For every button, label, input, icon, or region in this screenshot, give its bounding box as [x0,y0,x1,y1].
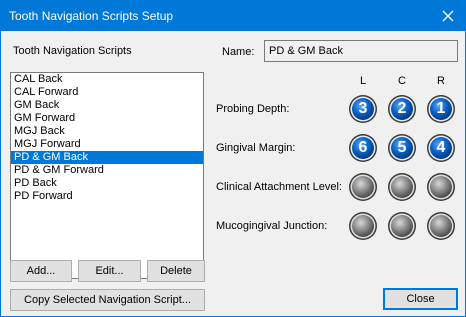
scripts-listbox[interactable]: CAL Back CAL Forward GM Back GM Forward MGJ … [10,72,204,279]
list-item[interactable]: PD Back [11,177,203,190]
order-button[interactable] [387,211,417,241]
order-button[interactable]: 4 [426,133,456,163]
window-title: Tooth Navigation Scripts Setup [9,9,174,23]
close-button[interactable]: Close [383,288,458,310]
close-icon[interactable] [437,5,459,27]
copy-script-button[interactable]: Copy Selected Navigation Script... [10,289,205,311]
order-button[interactable]: 1 [426,94,456,124]
column-header-r: R [437,75,445,87]
row-label: Mucogingival Junction: [216,220,328,232]
order-button[interactable] [426,211,456,241]
list-item[interactable]: PD & GM Forward [11,164,203,177]
order-number: 3 [358,100,368,117]
list-item[interactable]: CAL Forward [11,86,203,99]
order-button[interactable] [387,172,417,202]
scripts-pane: Tooth Navigation Scripts CAL Back CAL For… [5,35,210,312]
script-editor-pane: Name: PD & GM Back L C R Probing Depth: 3 2 1… [212,35,462,312]
name-label: Name: [222,46,255,58]
order-number: 4 [436,139,446,156]
order-button[interactable]: 6 [348,133,378,163]
list-item[interactable]: CAL Back [11,73,203,86]
order-button[interactable] [348,211,378,241]
order-button[interactable] [348,172,378,202]
list-item[interactable]: PD Forward [11,190,203,203]
row-label: Probing Depth: [216,103,290,115]
add-button[interactable]: Add... [10,260,72,282]
order-number: 2 [397,100,407,117]
edit-button[interactable]: Edit... [78,260,141,282]
title-bar: Tooth Navigation Scripts Setup [1,1,465,31]
order-number: 5 [397,139,407,156]
list-item[interactable]: MGJ Back [11,125,203,138]
list-item[interactable]: PD & GM Back [11,151,203,164]
list-item[interactable]: MGJ Forward [11,138,203,151]
column-header-l: L [359,75,367,87]
delete-button[interactable]: Delete [147,260,205,282]
row-label: Clinical Attachment Level: [216,181,342,193]
list-item[interactable]: GM Back [11,99,203,112]
dialog-window: Tooth Navigation Scripts Setup Tooth Nav… [0,0,466,317]
column-header-c: C [398,75,406,87]
order-button[interactable]: 2 [387,94,417,124]
name-field[interactable]: PD & GM Back [264,40,458,62]
order-number: 1 [436,100,446,117]
order-number: 6 [358,139,368,156]
order-button[interactable] [426,172,456,202]
row-label: Gingival Margin: [216,142,296,154]
scripts-section-label: Tooth Navigation Scripts [13,45,132,57]
order-button[interactable]: 3 [348,94,378,124]
order-button[interactable]: 5 [387,133,417,163]
list-item[interactable]: GM Forward [11,112,203,125]
